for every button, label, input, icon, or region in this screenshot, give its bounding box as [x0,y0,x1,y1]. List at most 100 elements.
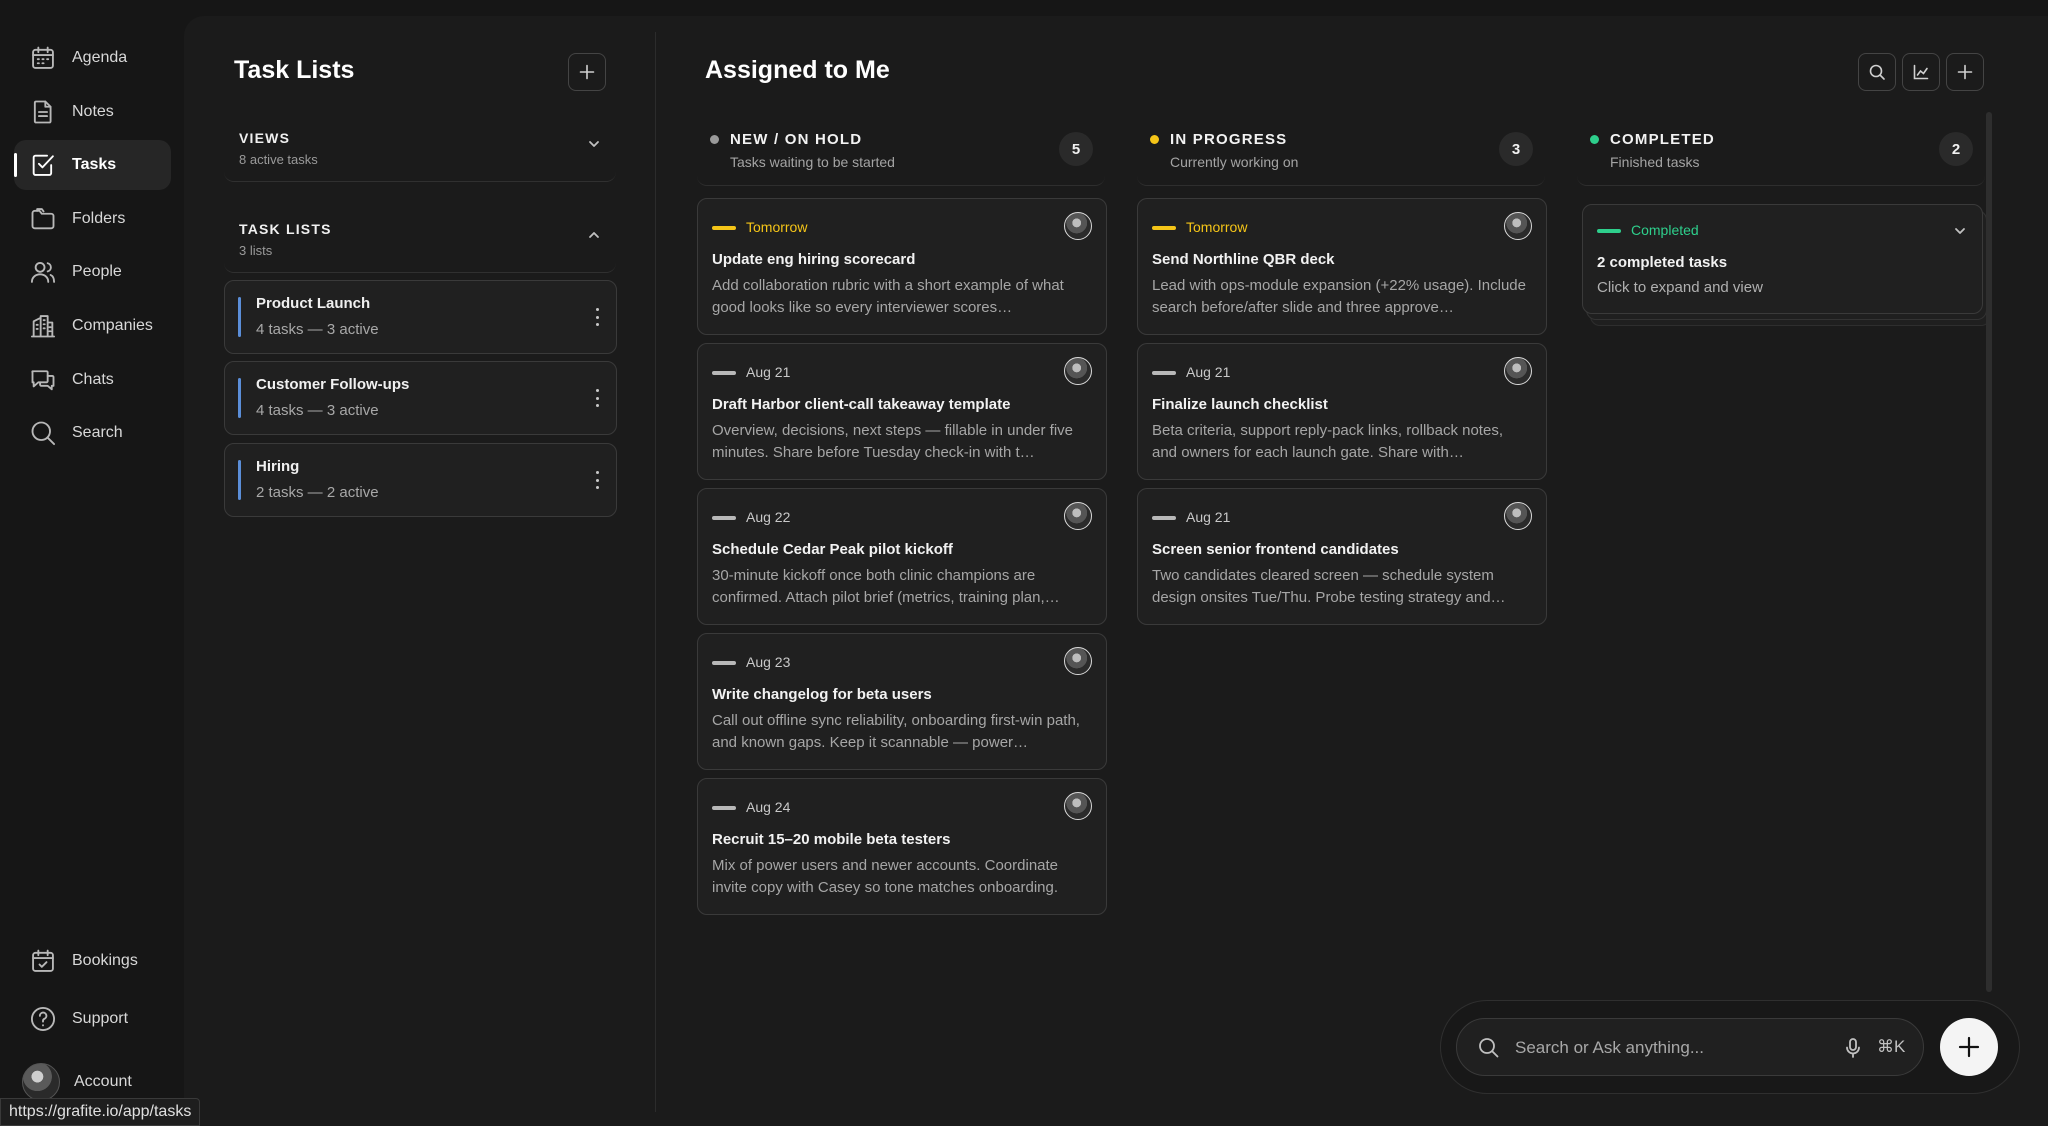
chart-button[interactable] [1902,53,1940,91]
board-title: Assigned to Me [705,56,890,84]
chart-icon [1913,64,1929,80]
due-indicator [712,516,736,520]
completed-summary-title: 2 completed tasks [1597,254,1728,271]
task-description: Two candidates cleared screen — schedule… [1152,567,1506,606]
task-title: Recruit 15–20 mobile beta testers [712,831,951,848]
list-meta: 4 tasks — 3 active [256,402,379,419]
add-task-list-button[interactable] [568,53,606,91]
column-divider [655,32,656,1112]
column-header-in-progress: IN PROGRESS Currently working on 3 [1137,120,1545,186]
nav-item-label: People [72,263,122,280]
nav-item-label: Support [72,1010,129,1027]
ask-search-bar[interactable]: ⌘K [1456,1018,1924,1076]
calendar-check-icon [28,946,58,976]
assignee-avatar[interactable] [1064,502,1092,530]
assignee-avatar[interactable] [1064,647,1092,675]
list-accent-bar [238,378,241,418]
help-icon [28,1004,58,1034]
keyboard-shortcut: ⌘K [1877,1037,1906,1056]
due-indicator [712,371,736,375]
section-subtitle: 8 active tasks [239,152,318,167]
board-scrollbar[interactable] [1986,112,1992,992]
task-card[interactable]: Aug 24 Recruit 15–20 mobile beta testers… [697,778,1107,915]
column-title: IN PROGRESS [1170,131,1288,148]
nav-item-support[interactable]: Support [14,994,171,1044]
due-indicator [712,226,736,230]
column-count-badge: 2 [1939,132,1973,166]
nav-item-tasks[interactable]: Tasks [14,140,171,190]
task-card[interactable]: Aug 21 Draft Harbor client-call takeaway… [697,343,1107,480]
assignee-avatar[interactable] [1064,357,1092,385]
column-title: COMPLETED [1610,131,1715,148]
add-task-button[interactable] [1946,53,1984,91]
nav-item-label: Account [74,1073,132,1090]
task-title: Finalize launch checklist [1152,396,1328,413]
search-button[interactable] [1858,53,1896,91]
chevron-down-icon[interactable] [1952,223,1968,244]
task-list-card[interactable]: Customer Follow-ups 4 tasks — 3 active [224,361,617,435]
more-options-icon[interactable] [592,305,602,329]
task-list-card[interactable]: Hiring 2 tasks — 2 active [224,443,617,517]
nav-item-bookings[interactable]: Bookings [14,936,171,986]
task-lists-section[interactable]: TASK LISTS 3 lists [224,203,616,273]
task-description: Mix of power users and newer accounts. C… [712,857,1059,896]
plus-icon [1958,1036,1980,1058]
task-card[interactable]: Tomorrow Update eng hiring scorecard Add… [697,198,1107,335]
due-indicator [712,661,736,665]
microphone-icon[interactable] [1843,1037,1863,1064]
task-card[interactable]: Aug 23 Write changelog for beta users Ca… [697,633,1107,770]
list-name: Customer Follow-ups [256,376,410,393]
assignee-avatar[interactable] [1504,212,1532,240]
completed-summary-hint: Click to expand and view [1597,279,1763,296]
assignee-avatar[interactable] [1504,357,1532,385]
nav-item-folders[interactable]: Folders [14,194,171,244]
due-date: Aug 24 [746,799,791,815]
task-description: Call out offline sync reliability, onboa… [712,712,1080,751]
nav-item-search[interactable]: Search [14,408,171,458]
due-date: Aug 21 [1186,509,1231,525]
task-lists-title: Task Lists [234,56,355,84]
task-card[interactable]: Aug 21 Screen senior frontend candidates… [1137,488,1547,625]
due-date: Aug 23 [746,654,791,670]
task-title: Send Northline QBR deck [1152,251,1335,268]
assignee-avatar[interactable] [1064,212,1092,240]
completed-tasks-summary[interactable]: Completed 2 completed tasks Click to exp… [1582,204,1983,314]
nav-item-label: Chats [72,371,114,388]
nav-item-companies[interactable]: Companies [14,301,171,351]
ask-search-input[interactable] [1515,1033,1815,1063]
nav-item-label: Agenda [72,49,128,66]
left-nav: Agenda Notes Tasks Folders People Compan… [0,0,184,1126]
views-section[interactable]: VIEWS 8 active tasks [224,112,616,182]
nav-item-label: Bookings [72,952,138,969]
building-icon [28,311,58,341]
assignee-avatar[interactable] [1504,502,1532,530]
folder-icon [28,204,58,234]
task-card[interactable]: Aug 21 Finalize launch checklist Beta cr… [1137,343,1547,480]
due-indicator [1152,516,1176,520]
nav-item-chats[interactable]: Chats [14,355,171,405]
more-options-icon[interactable] [592,468,602,492]
task-list-card[interactable]: Product Launch 4 tasks — 3 active [224,280,617,354]
task-card[interactable]: Aug 22 Schedule Cedar Peak pilot kickoff… [697,488,1107,625]
list-meta: 2 tasks — 2 active [256,484,379,501]
nav-item-people[interactable]: People [14,247,171,297]
status-dot [1150,135,1159,144]
nav-item-agenda[interactable]: Agenda [14,33,171,83]
task-description: Lead with ops-module expansion (+22% usa… [1152,277,1526,316]
status-dot [710,135,719,144]
column-subtitle: Finished tasks [1610,154,1700,170]
completed-label: Completed [1631,222,1699,238]
task-title: Update eng hiring scorecard [712,251,916,268]
task-description: Overview, decisions, next steps — fillab… [712,422,1074,461]
assignee-avatar[interactable] [1064,792,1092,820]
nav-item-label: Companies [72,317,153,334]
column-count-badge: 5 [1059,132,1093,166]
new-item-button[interactable] [1940,1018,1998,1076]
link-status-url: https://grafite.io/app/tasks [0,1098,201,1126]
task-card[interactable]: Tomorrow Send Northline QBR deck Lead wi… [1137,198,1547,335]
due-indicator [1152,371,1176,375]
due-date: Tomorrow [1186,219,1248,235]
search-icon [28,418,58,448]
more-options-icon[interactable] [592,386,602,410]
nav-item-notes[interactable]: Notes [14,87,171,137]
